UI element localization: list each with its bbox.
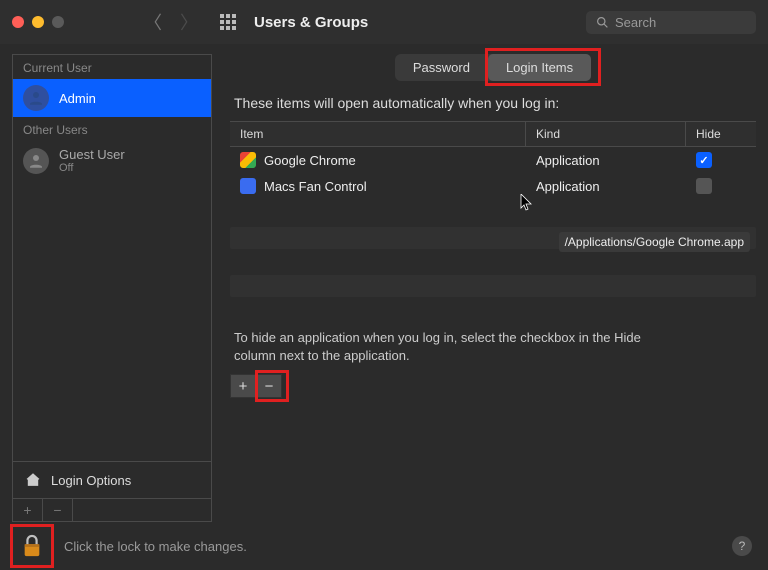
window-traffic-lights[interactable] bbox=[12, 16, 64, 28]
all-prefs-grid-icon[interactable] bbox=[220, 14, 236, 30]
item-kind: Application bbox=[526, 176, 686, 197]
close-window-icon[interactable] bbox=[12, 16, 24, 28]
remove-login-item-button[interactable]: − bbox=[256, 374, 282, 398]
zoom-window-icon[interactable] bbox=[52, 16, 64, 28]
sidebar-user-admin[interactable]: Admin bbox=[13, 79, 211, 117]
main-panel: Password Login Items These items will op… bbox=[230, 54, 756, 522]
minimize-window-icon[interactable] bbox=[32, 16, 44, 28]
forward-button[interactable]: 〉 bbox=[180, 9, 198, 35]
hide-hint-text: To hide an application when you log in, … bbox=[234, 329, 654, 364]
avatar-icon bbox=[23, 85, 49, 111]
search-icon bbox=[596, 16, 609, 29]
item-name: Google Chrome bbox=[264, 153, 356, 168]
window-title: Users & Groups bbox=[254, 14, 368, 31]
item-name: Macs Fan Control bbox=[264, 179, 367, 194]
login-items-table: Item Kind Hide Google Chrome Application… bbox=[230, 121, 756, 199]
add-user-button[interactable]: + bbox=[13, 499, 43, 521]
tab-group: Password Login Items bbox=[395, 54, 591, 81]
back-button[interactable]: 〈 bbox=[144, 9, 162, 35]
col-hide[interactable]: Hide bbox=[686, 122, 756, 146]
tab-password[interactable]: Password bbox=[395, 54, 488, 81]
highlight-lock bbox=[10, 524, 54, 568]
sidebar-add-remove: + − bbox=[13, 498, 211, 521]
help-button[interactable]: ? bbox=[732, 536, 752, 556]
sidebar-user-guest[interactable]: Guest User Off bbox=[13, 141, 211, 180]
path-tooltip: /Applications/Google Chrome.app bbox=[559, 232, 750, 252]
login-items-description: These items will open automatically when… bbox=[234, 95, 756, 111]
user-name: Guest User bbox=[59, 147, 125, 162]
lock-hint-text: Click the lock to make changes. bbox=[64, 539, 247, 554]
avatar-icon bbox=[23, 148, 49, 174]
login-options-label: Login Options bbox=[51, 473, 131, 488]
table-row[interactable]: Google Chrome Application bbox=[230, 147, 756, 173]
users-sidebar: Current User Admin Other Users Guest Use… bbox=[12, 54, 212, 522]
search-field[interactable]: Search bbox=[586, 11, 756, 34]
login-items-add-remove: + − bbox=[230, 374, 756, 398]
app-icon bbox=[240, 152, 256, 168]
remove-user-button[interactable]: − bbox=[43, 499, 73, 521]
col-kind[interactable]: Kind bbox=[526, 122, 686, 146]
hide-checkbox[interactable] bbox=[696, 152, 712, 168]
login-options-button[interactable]: Login Options bbox=[13, 461, 211, 498]
other-users-label: Other Users bbox=[13, 117, 211, 141]
current-user-label: Current User bbox=[13, 55, 211, 79]
footer: Click the lock to make changes. ? bbox=[0, 522, 768, 570]
tab-login-items[interactable]: Login Items bbox=[488, 54, 591, 81]
add-login-item-button[interactable]: + bbox=[230, 374, 256, 398]
search-placeholder: Search bbox=[615, 15, 656, 30]
home-icon bbox=[25, 472, 41, 488]
col-item[interactable]: Item bbox=[230, 122, 526, 146]
titlebar: 〈 〉 Users & Groups Search bbox=[0, 0, 768, 44]
table-row[interactable]: Macs Fan Control Application bbox=[230, 173, 756, 199]
user-name: Admin bbox=[59, 91, 96, 106]
app-icon bbox=[240, 178, 256, 194]
item-kind: Application bbox=[526, 150, 686, 171]
user-status: Off bbox=[59, 162, 125, 174]
hide-checkbox[interactable] bbox=[696, 178, 712, 194]
